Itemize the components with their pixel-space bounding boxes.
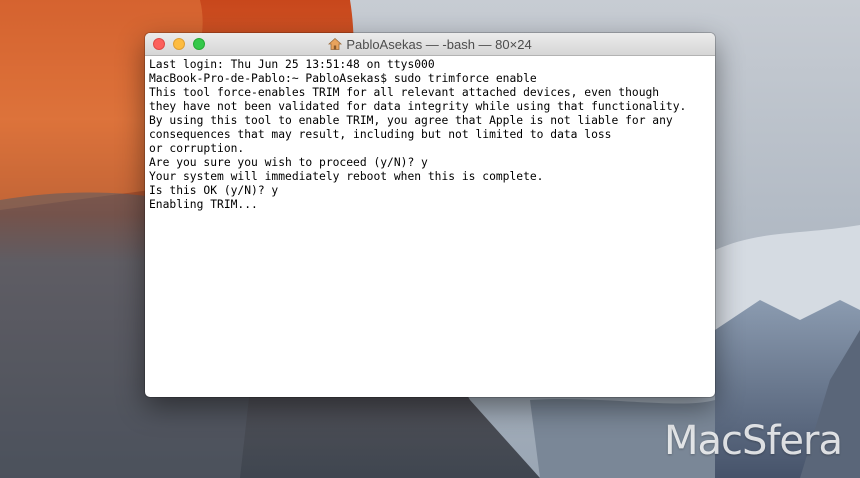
- terminal-line: This tool force-enables TRIM for all rel…: [149, 86, 660, 99]
- terminal-line: MacBook-Pro-de-Pablo:~ PabloAsekas$ sudo…: [149, 72, 537, 85]
- terminal-line: Is this OK (y/N)? y: [149, 184, 279, 197]
- terminal-line: they have not been validated for data in…: [149, 100, 687, 113]
- terminal-line: Are you sure you wish to proceed (y/N)? …: [149, 156, 428, 169]
- terminal-line: Your system will immediately reboot when…: [149, 170, 544, 183]
- terminal-output[interactable]: Last login: Thu Jun 25 13:51:48 on ttys0…: [145, 56, 715, 214]
- terminal-line: consequences that may result, including …: [149, 128, 612, 141]
- title-bar[interactable]: PabloAsekas — -bash — 80×24: [145, 33, 715, 56]
- terminal-line: By using this tool to enable TRIM, you a…: [149, 114, 673, 127]
- terminal-line: or corruption.: [149, 142, 245, 155]
- watermark: MacSfera: [663, 418, 843, 464]
- window-title: PabloAsekas — -bash — 80×24: [145, 33, 715, 55]
- terminal-line: Last login: Thu Jun 25 13:51:48 on ttys0…: [149, 58, 435, 71]
- window-title-text: PabloAsekas — -bash — 80×24: [346, 36, 532, 52]
- terminal-window[interactable]: PabloAsekas — -bash — 80×24 Last login: …: [145, 33, 715, 397]
- terminal-line: Enabling TRIM...: [149, 198, 258, 211]
- home-icon: [328, 37, 343, 51]
